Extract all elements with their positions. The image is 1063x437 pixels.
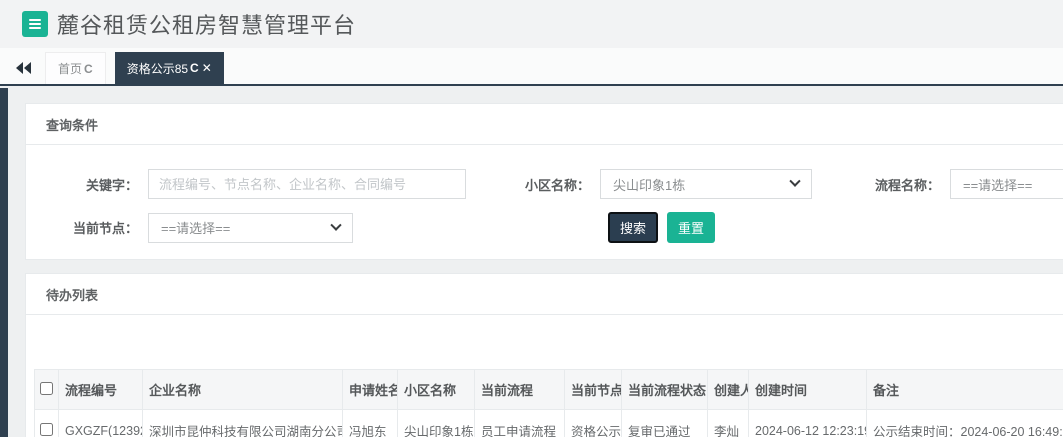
close-icon[interactable]: ✕ (202, 61, 212, 75)
refresh-icon[interactable]: C (190, 61, 199, 75)
page-title: 麓谷租赁公租房智慧管理平台 (57, 13, 357, 38)
todo-panel: 待办列表 流程编号 企业名称 申请姓名 小区名称 当前流程 当前节点 当前流程状… (25, 273, 1063, 437)
col-remark: 备注 (866, 369, 1063, 410)
col-community: 小区名称 (397, 369, 475, 410)
content-area: 查询条件 关键字： 小区名称： 尖山印象1栋 流程名称： ==请选择== (0, 88, 1063, 437)
keyword-label: 关键字： (85, 177, 138, 193)
col-current-process: 当前流程 (474, 369, 565, 410)
search-button[interactable]: 搜索 (608, 212, 659, 243)
col-process-no: 流程编号 (58, 369, 143, 410)
cell-remark: 公示结束时间：2024-06-20 16:49:39 (866, 409, 1063, 437)
tab-qualification-publicity[interactable]: 资格公示85 C ✕ (114, 52, 224, 84)
tab-home-label: 首页 (58, 62, 83, 76)
community-select[interactable]: 尖山印象1栋 (600, 169, 812, 199)
process-name-select-value: ==请选择== (963, 177, 1033, 193)
col-create-time: 创建时间 (748, 369, 867, 410)
community-select-value: 尖山印象1栋 (613, 177, 686, 193)
hamburger-menu-icon[interactable] (22, 11, 48, 37)
todo-panel-title: 待办列表 (26, 274, 1063, 315)
chevron-down-icon (330, 219, 342, 231)
cell-current-process: 员工申请流程 (474, 409, 565, 437)
query-panel-title: 查询条件 (26, 104, 1063, 145)
todo-table: 流程编号 企业名称 申请姓名 小区名称 当前流程 当前节点 当前流程状态 创建人… (34, 369, 1063, 437)
collapsed-sidebar[interactable] (0, 88, 8, 437)
cell-current-node: 资格公示 (564, 409, 622, 437)
community-label: 小区名称： (524, 177, 590, 193)
cell-process-no: GXGZF(12392) (58, 409, 143, 437)
current-node-select-value: ==请选择== (161, 221, 231, 236)
app-header: 麓谷租赁公租房智慧管理平台 (0, 0, 1063, 48)
col-current-node: 当前节点 (564, 369, 622, 410)
cell-company: 深圳市昆仲科技有限公司湖南分公司 (142, 409, 343, 437)
tab-home[interactable]: 首页 C (45, 52, 106, 84)
cell-community: 尖山印象1栋 (397, 409, 475, 437)
query-panel: 查询条件 关键字： 小区名称： 尖山印象1栋 流程名称： ==请选择== (25, 103, 1063, 260)
cell-create-time: 2024-06-12 12:23:19 (748, 409, 867, 437)
current-node-select[interactable]: ==请选择== (148, 212, 353, 243)
process-name-select[interactable]: ==请选择== (950, 169, 1063, 199)
select-all-checkbox[interactable] (40, 381, 53, 395)
chevron-down-icon (789, 175, 801, 187)
current-node-label: 当前节点： (72, 221, 138, 236)
process-name-label: 流程名称： (874, 177, 940, 193)
double-chevron-left-icon[interactable] (10, 51, 36, 84)
col-creator: 创建人 (707, 369, 749, 410)
col-company: 企业名称 (142, 369, 343, 410)
cell-applicant: 冯旭东 (342, 409, 398, 437)
col-process-status: 当前流程状态 (621, 369, 708, 410)
tab-bar: 首页 C 资格公示85 C ✕ (0, 48, 1063, 86)
refresh-icon[interactable]: C (84, 62, 93, 76)
table-header-row: 流程编号 企业名称 申请姓名 小区名称 当前流程 当前节点 当前流程状态 创建人… (34, 369, 1063, 410)
reset-button[interactable]: 重置 (667, 212, 716, 243)
keyword-input[interactable] (148, 169, 466, 199)
row-checkbox[interactable] (40, 422, 53, 436)
cell-process-status: 复审已通过 (621, 409, 708, 437)
cell-creator: 李灿 (707, 409, 749, 437)
table-row[interactable]: GXGZF(12392) 深圳市昆仲科技有限公司湖南分公司 冯旭东 尖山印象1栋… (34, 409, 1063, 437)
col-applicant: 申请姓名 (342, 369, 398, 410)
tab-qualification-label: 资格公示85 (126, 61, 189, 76)
